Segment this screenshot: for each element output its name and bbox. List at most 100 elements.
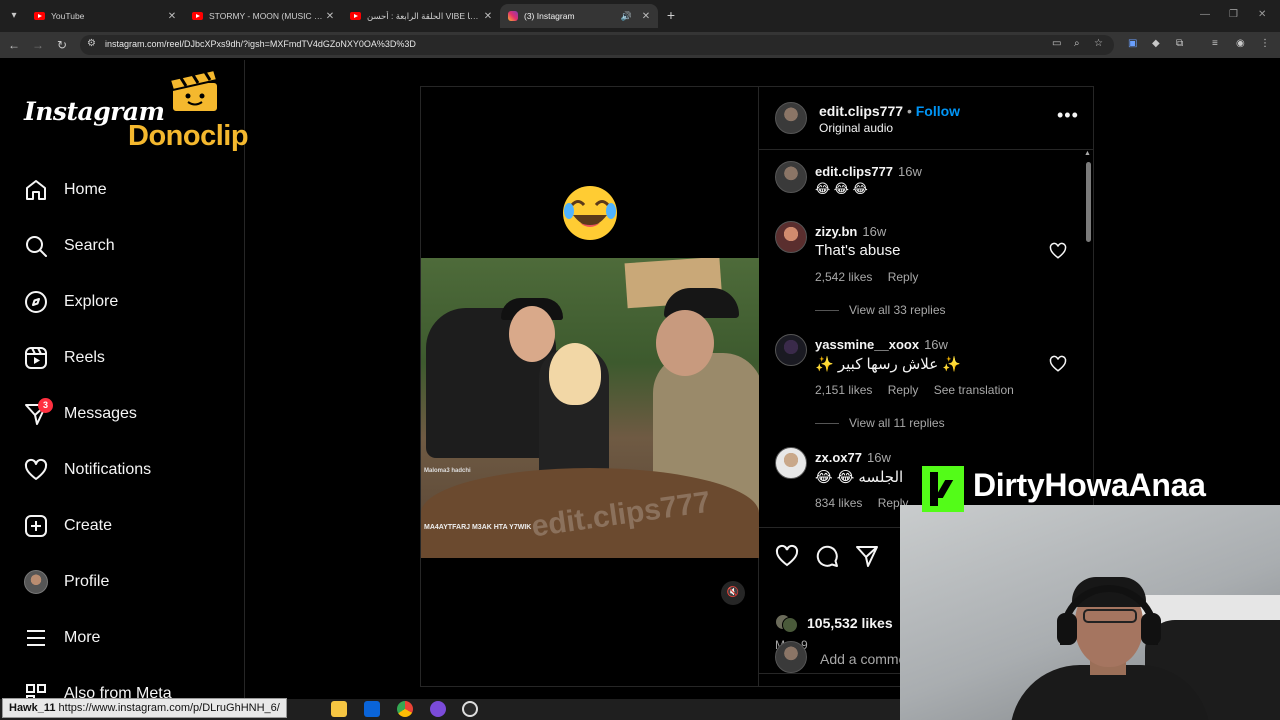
comment-username[interactable]: zizy.bn 16w	[815, 224, 886, 239]
author-username[interactable]: edit.clips777	[819, 103, 903, 119]
sidebar-item-explore[interactable]: Explore	[24, 288, 118, 316]
new-tab-icon[interactable]: +	[664, 7, 678, 23]
see-translation-button[interactable]: See translation	[934, 383, 1014, 397]
plus-square-icon	[25, 515, 47, 537]
heart-icon	[24, 458, 48, 480]
minimize-icon[interactable]: —	[1200, 9, 1210, 20]
close-icon[interactable]: ✕	[640, 11, 652, 22]
sidebar-item-messages[interactable]: 3 Messages	[24, 398, 137, 428]
my-avatar	[775, 641, 807, 673]
tab-stormy[interactable]: STORMY - MOON (MUSIC VISU ✕	[184, 4, 342, 28]
site-info-icon[interactable]: ⚙	[87, 38, 96, 49]
outlook-icon[interactable]	[364, 701, 380, 717]
bookmark-star-icon[interactable]: ☆	[1094, 38, 1103, 49]
comment-reply-button[interactable]: Reply	[888, 383, 919, 397]
app-icon[interactable]	[430, 701, 446, 717]
scroll-up-arrow[interactable]: ▲	[1084, 150, 1091, 157]
youtube-icon	[192, 12, 203, 20]
tab-arabic-video[interactable]: الحلقة الرابعة : أحسن VIBE مع ها ✕	[342, 4, 500, 28]
kick-logo	[922, 466, 964, 512]
sidebar-item-create[interactable]: Create	[24, 512, 112, 540]
sidebar-item-profile[interactable]: Profile	[24, 568, 109, 596]
reel-media[interactable]: edit.clips777 Maloma3 hadchi MA4AYTFARJ …	[421, 87, 759, 686]
comment-avatar[interactable]	[775, 334, 807, 366]
cast-icon[interactable]: ▭	[1052, 38, 1061, 49]
back-icon[interactable]: ←	[6, 37, 22, 53]
view-replies-button[interactable]: View all 11 replies	[815, 416, 945, 430]
file-explorer-icon[interactable]	[331, 701, 347, 717]
reels-icon	[25, 347, 47, 369]
translate-extension-icon[interactable]: ▣	[1128, 38, 1137, 49]
comment-text: 😂 😂 الجلسه	[815, 469, 904, 486]
caption-text: 😂 😂 😂	[815, 181, 868, 196]
sidebar-item-search[interactable]: Search	[24, 232, 115, 260]
tab-title: (3) Instagram	[524, 11, 575, 21]
media-controls-icon[interactable]: ≡	[1212, 38, 1218, 49]
tab-instagram[interactable]: (3) Instagram 🔊 ✕	[500, 4, 658, 28]
sidebar-item-label: Explore	[64, 293, 119, 310]
chrome-menu-icon[interactable]: ⋮	[1260, 38, 1270, 49]
sidebar-item-label: More	[64, 629, 101, 646]
sidebar-item-label: Notifications	[64, 461, 152, 478]
sidebar-item-label: Create	[64, 517, 113, 534]
likes-count[interactable]: 105,532 likes	[807, 615, 893, 631]
tab-youtube[interactable]: YouTube ✕	[26, 4, 184, 28]
author-avatar[interactable]	[775, 102, 807, 134]
instagram-icon	[508, 11, 518, 21]
donoclip-overlay: Donoclip	[128, 60, 268, 160]
comment-reply-button[interactable]: Reply	[888, 270, 919, 284]
view-replies-button[interactable]: View all 33 replies	[815, 303, 946, 317]
address-bar[interactable]: ⚙ instagram.com/reel/DJbcXPxs9dh/?igsh=M…	[80, 35, 1114, 55]
reel-video-frame[interactable]: edit.clips777 Maloma3 hadchi MA4AYTFARJ …	[421, 258, 759, 558]
mute-button[interactable]: 🔇	[721, 581, 745, 605]
sidebar-item-notifications[interactable]: Notifications	[24, 456, 151, 484]
extension-icon[interactable]: ◆	[1152, 38, 1160, 49]
tab-title: YouTube	[51, 11, 85, 21]
youtube-icon	[350, 12, 361, 20]
speaker-icon[interactable]: 🔊	[621, 11, 632, 22]
zoom-icon[interactable]: ⌕	[1074, 38, 1080, 49]
caption-username[interactable]: edit.clips777 16w	[815, 164, 922, 179]
close-icon[interactable]: ✕	[482, 11, 494, 22]
close-icon[interactable]: ✕	[166, 11, 178, 22]
sidebar-item-more[interactable]: More	[24, 624, 100, 652]
forward-icon[interactable]: →	[30, 37, 46, 53]
more-options-icon[interactable]: •••	[1057, 105, 1079, 126]
share-paper-plane-icon[interactable]	[855, 544, 879, 568]
comment-likes[interactable]: 2,151 likes	[815, 383, 872, 397]
comment-likes[interactable]: 2,542 likes	[815, 270, 872, 284]
profile-icon[interactable]: ◉	[1236, 38, 1245, 49]
tab-title: STORMY - MOON (MUSIC VISU	[209, 11, 324, 21]
comment-username[interactable]: zx.ox77 16w	[815, 450, 891, 465]
reload-icon[interactable]: ↻	[54, 37, 70, 53]
sidebar-item-home[interactable]: Home	[24, 176, 107, 204]
home-icon	[26, 180, 46, 200]
sidebar-item-reels[interactable]: Reels	[24, 344, 105, 372]
puzzle-extensions-icon[interactable]: ⧉	[1176, 38, 1183, 49]
comment-bubble-icon[interactable]	[815, 544, 839, 568]
author-avatar[interactable]	[775, 161, 807, 193]
comments-scrollbar[interactable]	[1086, 162, 1091, 242]
comment-like-heart-icon[interactable]	[1049, 355, 1067, 373]
messenger-icon-wrap: 3	[24, 398, 53, 426]
original-audio-link[interactable]: Original audio	[819, 121, 893, 135]
donoclip-brand: Donoclip	[128, 120, 249, 152]
comment-likes[interactable]: 834 likes	[815, 496, 862, 510]
like-heart-icon[interactable]	[775, 544, 799, 568]
window-close-icon[interactable]: ✕	[1258, 9, 1266, 20]
comment-like-heart-icon[interactable]	[1049, 242, 1067, 260]
comment-text: That's abuse	[815, 242, 901, 259]
close-icon[interactable]: ✕	[324, 11, 336, 22]
comment-meta: 2,542 likes Reply	[815, 270, 930, 284]
hover-url: https://www.instagram.com/p/DLruGhHNH_6/	[58, 702, 280, 714]
comment-username[interactable]: yassmine__xoox 16w	[815, 337, 948, 352]
tab-search-icon[interactable]: ▾	[6, 8, 22, 24]
comment-avatar[interactable]	[775, 221, 807, 253]
restore-icon[interactable]: ❐	[1229, 9, 1238, 20]
chrome-icon[interactable]	[397, 701, 413, 717]
comment-avatar[interactable]	[775, 447, 807, 479]
obs-icon[interactable]	[462, 701, 478, 717]
stream-channel-name: DirtyHowaAnaa	[973, 467, 1206, 503]
tab-title: الحلقة الرابعة : أحسن VIBE مع ها	[367, 10, 482, 21]
follow-button[interactable]: Follow	[916, 103, 960, 119]
